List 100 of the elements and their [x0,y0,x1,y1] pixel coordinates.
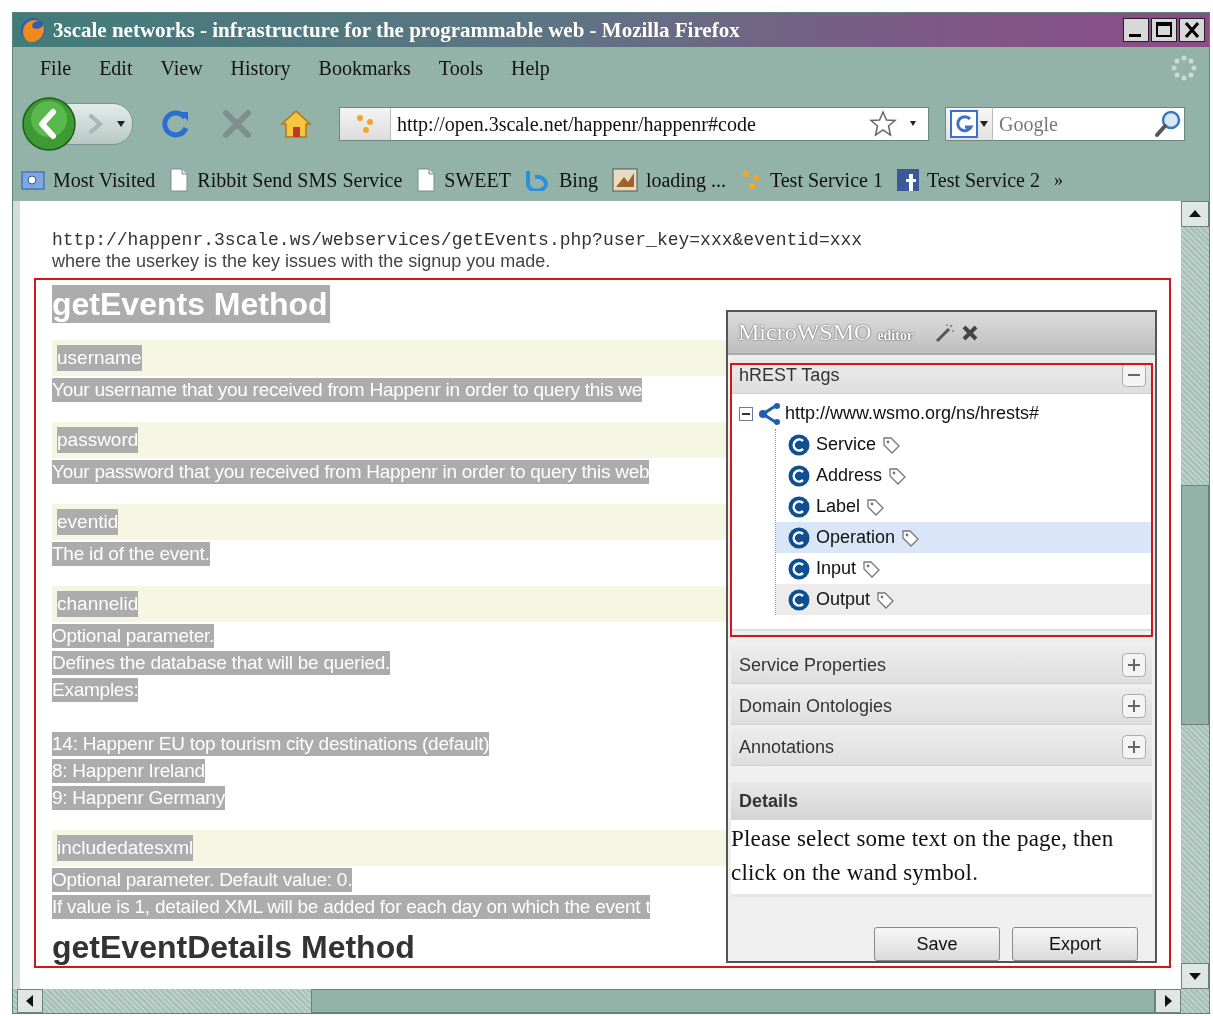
panel-title: MicroWSMO [738,319,872,346]
code-line: http://happenr.3scale.ws/webservices/getEvents.php?user_key=xxx&eventid=xxx [52,229,864,251]
section-title: hREST Tags [739,364,840,386]
tree-item[interactable]: Service [776,429,1152,460]
tree-item[interactable]: Address [776,460,1152,491]
class-icon [788,588,810,611]
collapse-button[interactable] [1122,363,1146,387]
tag-icon [876,590,895,609]
folder-icon [21,169,45,191]
section-title: Annotations [739,736,835,758]
bookmark-item[interactable]: Ribbit Send SMS Service [169,168,403,192]
menu-item[interactable]: History [217,54,304,82]
class-icon [788,557,810,580]
parameter-name: username [57,345,142,371]
close-icon[interactable] [961,323,980,342]
section-header[interactable]: hREST Tags [731,357,1152,394]
bookmark-item[interactable]: Bing [525,168,598,192]
scrollbar-thumb[interactable] [1181,485,1209,725]
engine-logo-icon [950,110,978,138]
scroll-left-button[interactable] [17,989,43,1013]
scroll-down-button[interactable] [1181,963,1209,989]
bookmark-item[interactable]: Test Service 2 [896,168,1040,192]
star-icon[interactable] [868,109,898,139]
panel-subtitle: editor [877,327,914,344]
menu-item[interactable]: Edit [86,54,146,82]
selected-text: Your username that you received from Happenr in order to query this we [52,377,643,402]
section-title: Service Properties [739,654,887,676]
ring-logo-icon [525,169,551,191]
selected-text: Defines the database that will be queried. [52,650,391,675]
address-bar[interactable]: http://open.3scale.net/happenr/happenr#code [339,107,929,141]
selected-text: 9: Happenr Germany [52,785,225,810]
parameter-name: password [57,427,139,453]
tree-node-label: http://www.wsmo.org/ns/hrests# [785,403,1040,424]
selected-text: The id of the event. [52,541,210,566]
menu-item[interactable]: Bookmarks [305,54,424,82]
panel-button[interactable]: Save [874,927,1000,961]
tag-icon [888,466,907,485]
dropdown-caret-icon[interactable] [116,120,126,128]
selected-text: Optional parameter. [52,623,215,648]
wand-icon[interactable] [935,322,956,343]
search-button[interactable] [1151,107,1185,141]
maximize-button[interactable] [1151,18,1177,42]
tree-item[interactable]: Label [776,491,1152,522]
heading: getEventDetails Method [52,928,415,966]
details-header: Details [731,782,1152,820]
page-icon [416,168,437,192]
details-text: Please select some text on the page, then click on the wand symbol. [731,820,1152,897]
tag-icon [901,528,920,547]
panel-button[interactable]: Export [1012,927,1138,961]
menu-item[interactable]: Tools [425,54,496,82]
paragraph: where the userkey is the key issues with the signup you made. [52,251,552,271]
bookmark-item[interactable]: Most Visited [21,168,156,192]
throbber-icon [1171,55,1197,81]
window-title: 3scale networks - infrastructure for the programmable web - Mozilla Firefox [53,17,741,43]
collapse-node-icon[interactable] [739,406,753,421]
tag-icon [882,435,901,454]
close-button[interactable] [1179,18,1205,42]
tree-item[interactable]: Output [776,584,1152,615]
section-header[interactable]: Domain Ontologies [731,688,1152,725]
bookmark-item[interactable]: loading ... [611,168,726,192]
search-engine-button[interactable] [945,107,993,141]
square-logo-icon [896,169,919,191]
expand-button[interactable] [1122,653,1146,677]
expand-button[interactable] [1122,735,1146,759]
scroll-right-button[interactable] [1155,989,1181,1013]
back-button[interactable] [22,97,76,151]
minimize-button[interactable] [1123,18,1149,42]
section-header[interactable]: Annotations [731,729,1152,766]
menu-item[interactable]: Help [498,54,563,82]
selected-text: If value is 1, detailed XML will be added for each day on which the event t [52,894,651,919]
selected-text: Optional parameter. Default value: 0. [52,867,353,892]
home-button[interactable] [279,108,313,140]
image-icon [611,168,638,192]
site-icon [354,113,376,135]
selected-text: 8: Happenr Ireland [52,758,205,783]
class-icon [788,526,810,549]
section-header[interactable]: Service Properties [731,647,1152,684]
more-bookmarks-button[interactable]: » [1053,169,1063,191]
class-icon [788,495,810,518]
parameter-name: channelid [57,591,139,617]
bookmark-item[interactable]: Test Service 1 [739,168,883,192]
tree-item[interactable]: Input [776,553,1152,584]
section-title: Domain Ontologies [739,695,893,717]
selected-text: Examples: [52,677,139,702]
tree-item[interactable]: Operation [776,522,1152,553]
selected-text: Your password that you received from Happenr in order to query this web [52,459,650,484]
selected-text: 14: Happenr EU top tourism city destinations (default) [52,731,490,756]
bookmark-item[interactable]: SWEET [416,168,511,192]
menu-item[interactable]: View [147,54,216,82]
tag-icon [866,497,885,516]
selected-heading: getEvents Method [52,285,330,323]
scroll-up-button[interactable] [1181,201,1209,227]
parameter-name: eventid [57,509,119,535]
class-icon [788,433,810,456]
menu-item[interactable]: File [27,54,85,82]
class-icon [788,464,810,487]
scrollbar-thumb[interactable] [310,989,1155,1013]
network-icon [757,401,781,426]
expand-button[interactable] [1122,694,1146,718]
tag-icon [862,559,881,578]
